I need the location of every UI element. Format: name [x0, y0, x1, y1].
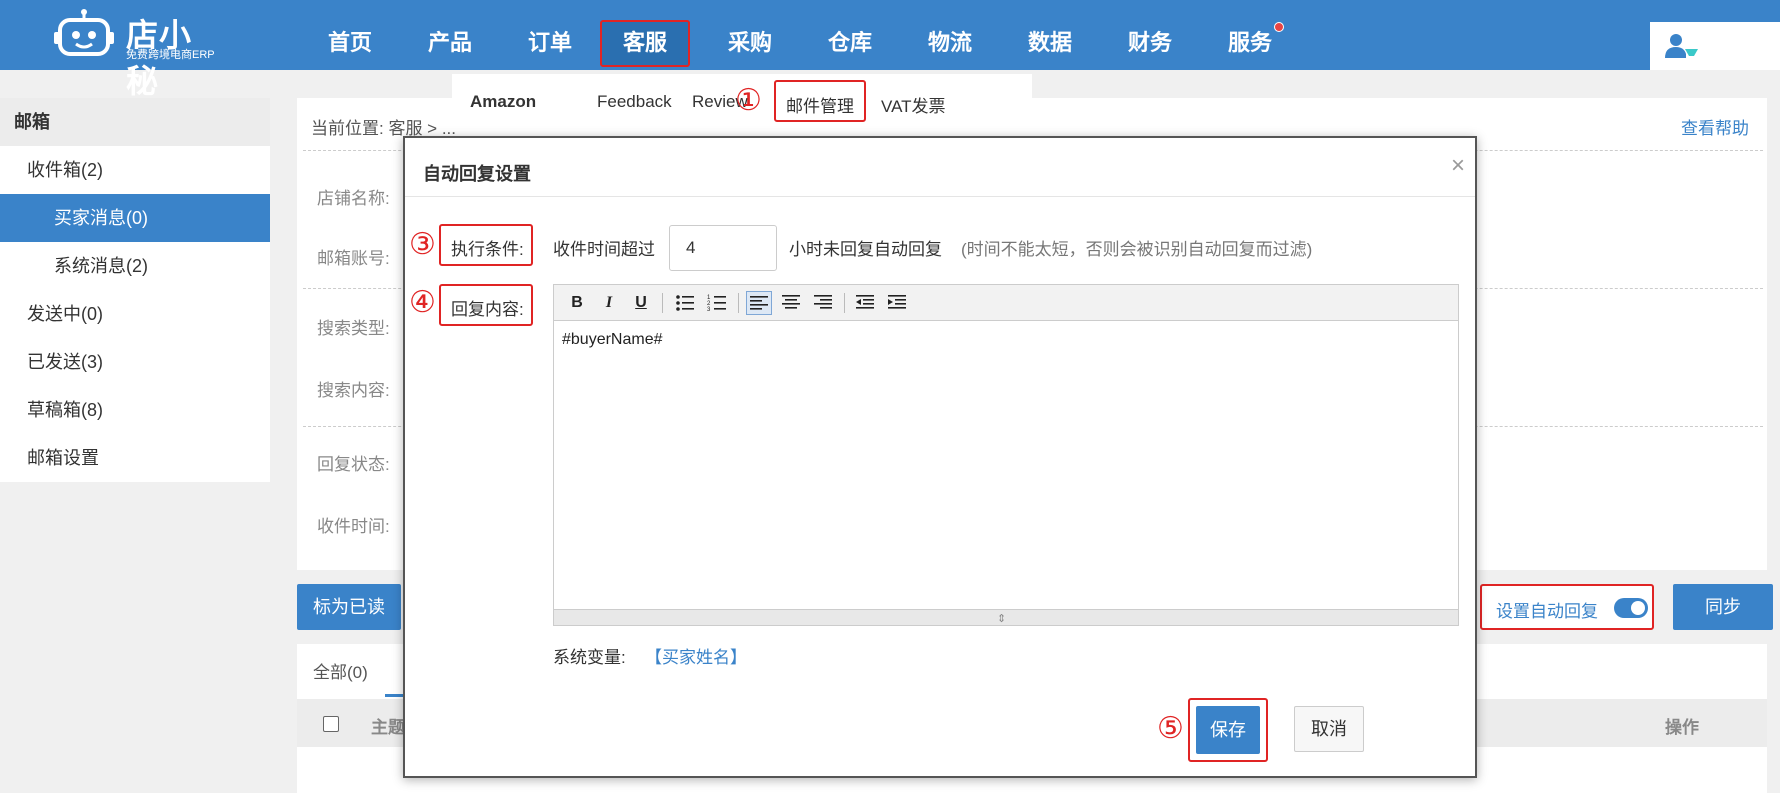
- user-menu[interactable]: [1650, 22, 1780, 70]
- submenu-vat-invoice[interactable]: VAT发票: [881, 92, 946, 117]
- mark-read-button[interactable]: 标为已读: [297, 584, 401, 630]
- step-marker-1: ①: [735, 83, 762, 118]
- nav-item-home[interactable]: 首页: [300, 0, 400, 70]
- auto-reply-label: 设置自动回复: [1496, 602, 1598, 621]
- receive-time-label: 收件时间:: [317, 517, 390, 536]
- condition-hint: (时间不能太短，否则会被识别自动回复而过滤): [961, 240, 1313, 259]
- align-center-icon[interactable]: [778, 291, 804, 315]
- align-right-icon[interactable]: [810, 291, 836, 315]
- nav-item-data[interactable]: 数据: [1000, 0, 1100, 70]
- sidebar-item-system-messages[interactable]: 系统消息(2): [0, 242, 270, 290]
- condition-prefix: 收件时间超过: [553, 240, 655, 259]
- rich-text-editor: B I U 123 #buyerName# ⇕: [553, 284, 1459, 626]
- sidebar-item-buyer-messages[interactable]: 买家消息(0): [0, 194, 270, 242]
- submenu-amazon: Amazon: [470, 92, 537, 111]
- submenu-feedback[interactable]: Feedback: [597, 92, 672, 112]
- nav-item-warehouse[interactable]: 仓库: [800, 0, 900, 70]
- shop-name-label: 店铺名称:: [317, 189, 390, 208]
- sidebar-item-inbox[interactable]: 收件箱(2): [0, 146, 270, 194]
- svg-text:3: 3: [707, 307, 711, 312]
- dialog-title: 自动回复设置: [423, 164, 531, 184]
- reply-status-label: 回复状态:: [317, 455, 390, 474]
- notification-dot: [1274, 22, 1284, 32]
- nav-item-service[interactable]: 服务: [1200, 0, 1300, 70]
- sidebar-item-mail-settings[interactable]: 邮箱设置: [0, 434, 270, 482]
- search-type-label: 搜索类型:: [317, 319, 390, 338]
- buyer-name-variable-link[interactable]: 【买家姓名】: [645, 643, 747, 668]
- outdent-icon[interactable]: [852, 291, 878, 315]
- highlight-box: [774, 80, 866, 122]
- underline-icon[interactable]: U: [628, 291, 654, 315]
- user-avatar-icon: [1665, 34, 1698, 58]
- save-button[interactable]: 保存: [1196, 706, 1260, 754]
- nav-item-finance[interactable]: 财务: [1100, 0, 1200, 70]
- brand-slogan: 免费跨境电商ERP: [126, 49, 215, 61]
- auto-reply-setting[interactable]: 设置自动回复: [1480, 584, 1654, 630]
- toolbar-separator: [844, 293, 845, 313]
- select-all-checkbox[interactable]: [323, 716, 339, 732]
- top-navbar: 店小秘 免费跨境电商ERP 首页 产品 订单 客服 采购 仓库 物流 数据 财务…: [0, 0, 1780, 99]
- indent-icon[interactable]: [884, 291, 910, 315]
- hours-input[interactable]: [669, 225, 777, 271]
- auto-reply-toggle[interactable]: [1614, 598, 1648, 618]
- numbered-list-icon[interactable]: 123: [704, 291, 730, 315]
- bullet-list-icon[interactable]: [672, 291, 698, 315]
- step-marker-5: ⑤: [1157, 711, 1184, 746]
- divider: [405, 196, 1475, 197]
- align-left-icon[interactable]: [746, 291, 772, 315]
- nav-item-purchase[interactable]: 采购: [700, 0, 800, 70]
- bold-icon[interactable]: B: [564, 291, 590, 315]
- sidebar-item-drafts[interactable]: 草稿箱(8): [0, 386, 270, 434]
- sidebar-item-sending[interactable]: 发送中(0): [0, 290, 270, 338]
- system-variable-label: 系统变量:: [553, 648, 626, 667]
- condition-suffix: 小时未回复自动回复: [789, 240, 942, 259]
- step-marker-3: ③: [409, 227, 436, 262]
- content-label: 回复内容:: [451, 300, 524, 319]
- close-icon[interactable]: ×: [1451, 152, 1465, 180]
- nav-item-products[interactable]: 产品: [400, 0, 500, 70]
- mail-account-label: 邮箱账号:: [317, 249, 390, 268]
- search-content-label: 搜索内容:: [317, 381, 390, 400]
- auto-reply-dialog: 自动回复设置 × ③ 执行条件: 收件时间超过 小时未回复自动回复 (时间不能太…: [403, 136, 1477, 778]
- editor-resize-handle[interactable]: ⇕: [554, 609, 1458, 625]
- sync-button[interactable]: 同步: [1673, 584, 1773, 630]
- toolbar-separator: [738, 293, 739, 313]
- resize-grip-icon: ⇕: [997, 613, 1007, 625]
- mail-sidebar: 邮箱 收件箱(2) 买家消息(0) 系统消息(2) 发送中(0) 已发送(3) …: [0, 98, 270, 482]
- nav-item-logistics[interactable]: 物流: [900, 0, 1000, 70]
- nav-item-customer-service[interactable]: 客服: [600, 0, 700, 70]
- nav-item-orders[interactable]: 订单: [500, 0, 600, 70]
- column-subject: 主题: [371, 718, 405, 737]
- main-nav: 首页 产品 订单 客服 采购 仓库 物流 数据 财务 服务: [300, 0, 1300, 70]
- condition-label: 执行条件:: [451, 240, 524, 259]
- tab-all[interactable]: 全部(0): [313, 658, 368, 683]
- help-link[interactable]: 查看帮助: [1681, 114, 1749, 139]
- cancel-button[interactable]: 取消: [1294, 706, 1364, 752]
- sidebar-header: 邮箱: [0, 98, 270, 146]
- italic-icon[interactable]: I: [596, 291, 622, 315]
- toolbar-separator: [662, 293, 663, 313]
- sidebar-item-sent[interactable]: 已发送(3): [0, 338, 270, 386]
- logo[interactable]: 店小秘 免费跨境电商ERP: [52, 0, 222, 99]
- editor-content[interactable]: #buyerName#: [562, 331, 663, 349]
- robot-logo-icon: [54, 9, 114, 56]
- step-marker-4: ④: [409, 285, 436, 320]
- column-operations: 操作: [1665, 718, 1699, 737]
- editor-toolbar: B I U 123: [554, 285, 1458, 321]
